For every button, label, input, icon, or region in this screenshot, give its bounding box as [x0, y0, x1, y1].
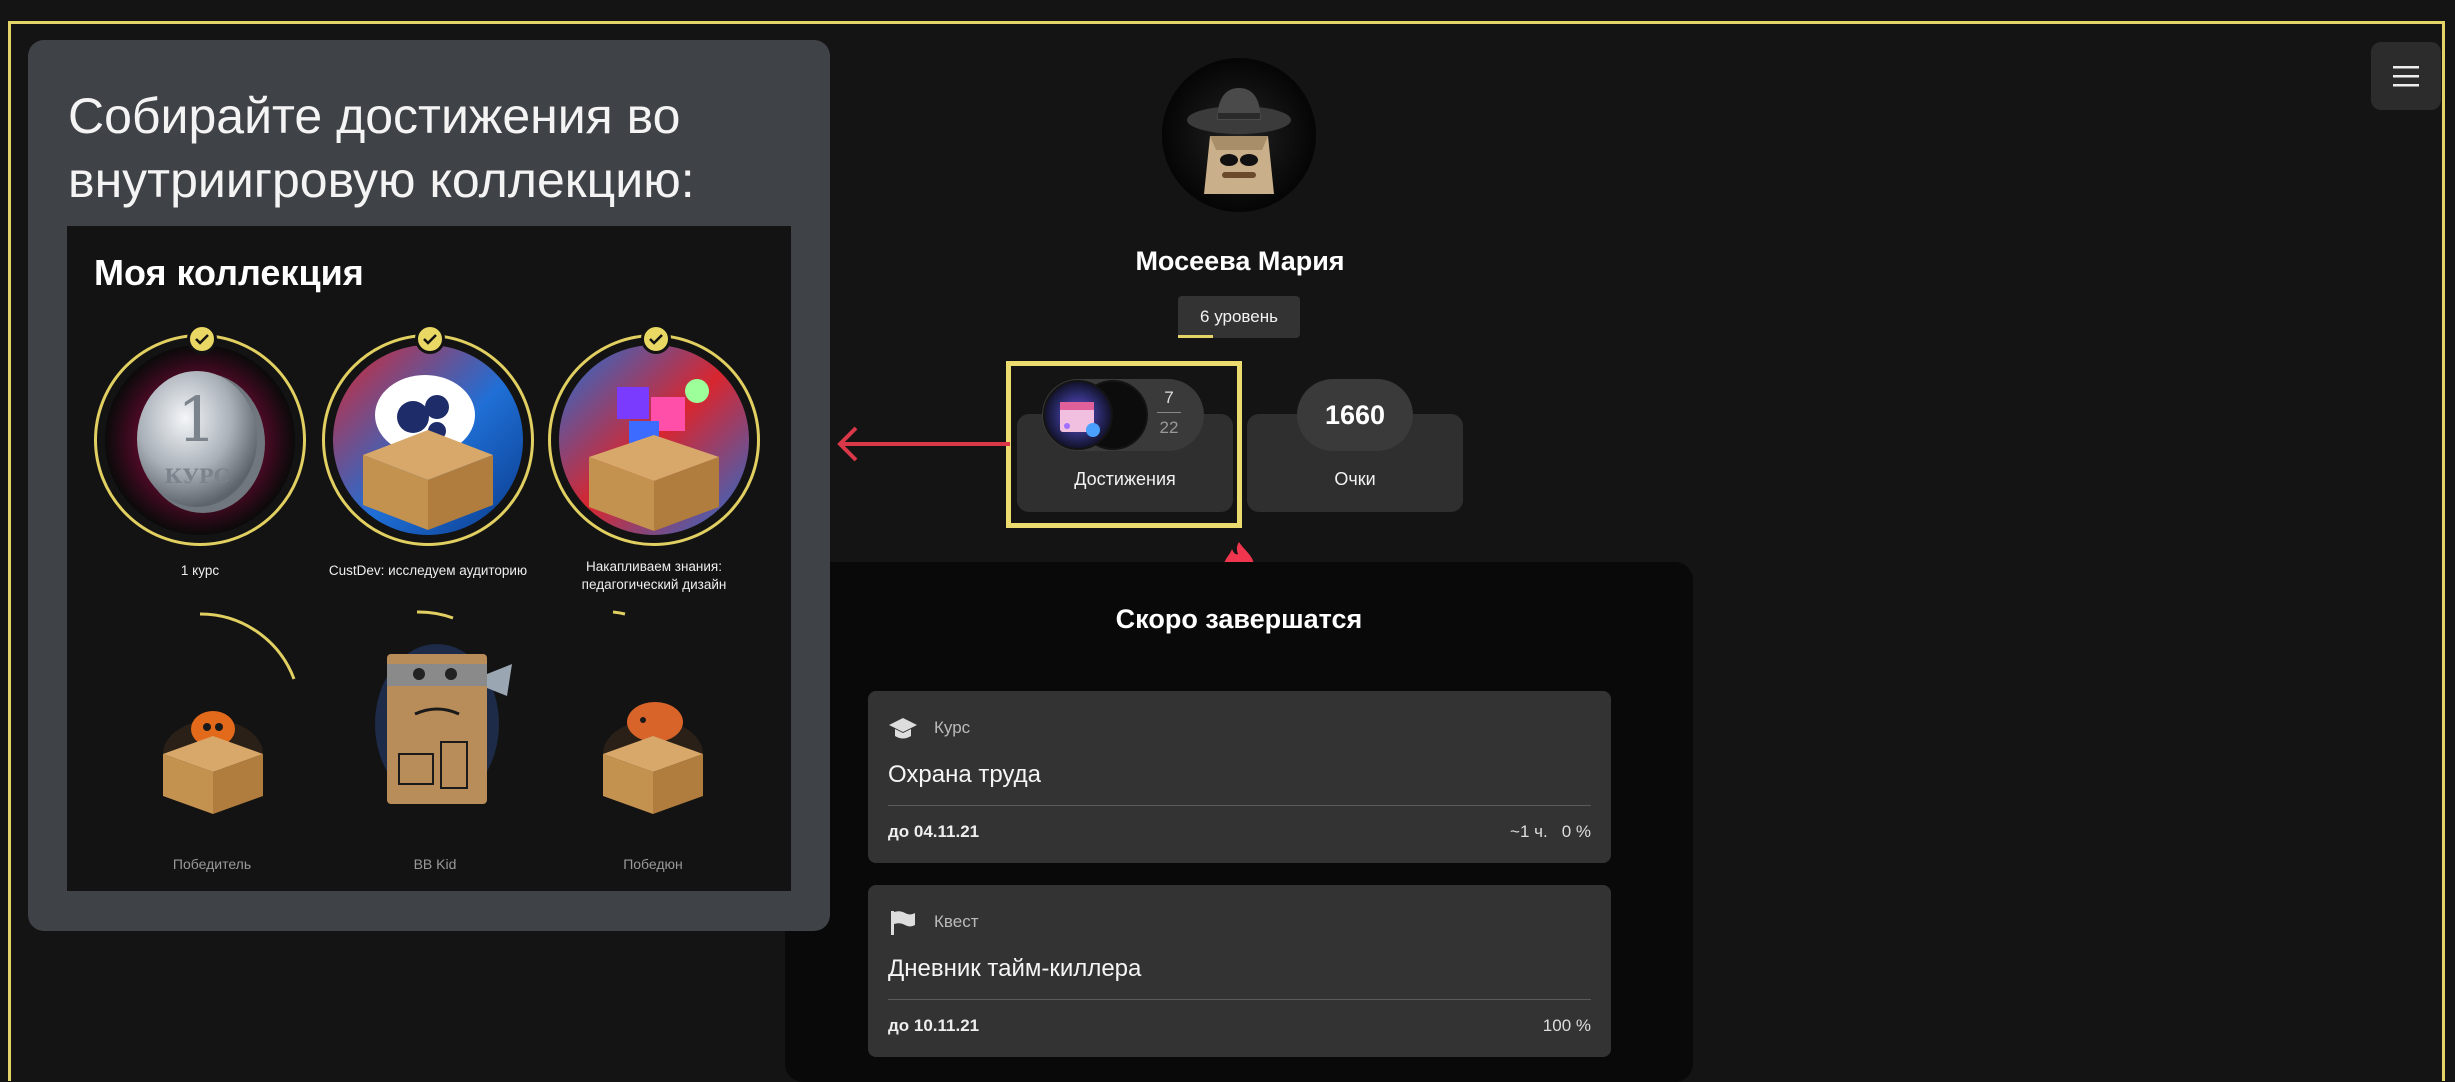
badge-label-locked: Победюн — [623, 856, 683, 872]
graduation-cap-icon — [889, 718, 917, 739]
coin-icon: 1 КУРС — [105, 345, 295, 535]
collection-callout: Собирайте достижения во внутриигровую ко… — [28, 40, 830, 931]
badge-label: CustDev: исследуем аудиторию — [328, 563, 528, 578]
task-meta: 100 % — [1529, 1016, 1591, 1036]
task-meta: ~1 ч. 0 % — [1496, 822, 1591, 842]
points-label: Очки — [1334, 469, 1376, 489]
collection-title: Моя коллекция — [94, 252, 364, 293]
badge-label-locked: BB Kid — [413, 856, 457, 872]
box-blocks-icon — [559, 345, 749, 535]
achievements-highlight — [1006, 361, 1242, 528]
task-progress: 0 % — [1561, 822, 1591, 841]
callout-heading: Собирайте достижения во внутриигровую ко… — [68, 88, 695, 208]
badge-label-locked: Победитель — [172, 856, 252, 872]
task-title: Дневник тайм-киллера — [888, 955, 1142, 982]
task-divider — [888, 805, 1591, 806]
hamburger-icon — [2393, 66, 2419, 87]
box-squirrel-icon[interactable] — [555, 604, 755, 864]
task-divider — [888, 999, 1591, 1000]
menu-button[interactable] — [2371, 42, 2441, 110]
badge-earned[interactable] — [548, 324, 760, 546]
check-icon — [641, 324, 671, 354]
box-gears-icon — [333, 345, 523, 535]
points-value: 1660 — [1297, 379, 1413, 451]
badge-earned[interactable]: 1 КУРС — [94, 324, 306, 546]
arrow-left-icon — [837, 426, 1010, 462]
task-title: Охрана труда — [888, 761, 1041, 788]
task-type: Квест — [934, 912, 979, 931]
avatar-character-icon — [1162, 58, 1316, 212]
box-cat-icon[interactable] — [117, 604, 317, 864]
task-card[interactable]: Курс Охрана труда до 04.11.21 ~1 ч. 0 % — [868, 691, 1611, 863]
level-progress-bar — [1178, 335, 1214, 338]
badge-label: 1 курс — [180, 563, 220, 578]
collection-preview: Моя коллекция 1 КУРС 1 курс CustDev: исс… — [67, 226, 791, 891]
task-progress: 100 % — [1542, 1016, 1591, 1035]
profile-name: Мосеева Мария — [1135, 246, 1345, 276]
check-icon — [187, 324, 217, 354]
level-label: 6 уровень — [1200, 307, 1278, 326]
level-badge: 6 уровень — [1178, 296, 1300, 338]
check-icon — [415, 324, 445, 354]
badge-label: Накапливаем знания: педагогический дизай… — [581, 559, 727, 592]
task-due: до 04.11.21 — [888, 822, 980, 841]
task-card[interactable]: Квест Дневник тайм-киллера до 10.11.21 1… — [868, 885, 1611, 1057]
badge-earned[interactable] — [322, 324, 534, 546]
task-time: ~1 ч. — [1510, 822, 1548, 841]
avatar[interactable] — [1162, 58, 1316, 212]
soon-title: Скоро завершатся — [1115, 604, 1363, 634]
flag-icon — [891, 911, 915, 935]
box-character-icon[interactable] — [337, 604, 537, 864]
task-due: до 10.11.21 — [888, 1016, 980, 1035]
task-type: Курс — [934, 718, 971, 737]
coin-number: 1 — [177, 383, 216, 456]
coin-text: КУРС — [164, 464, 229, 488]
